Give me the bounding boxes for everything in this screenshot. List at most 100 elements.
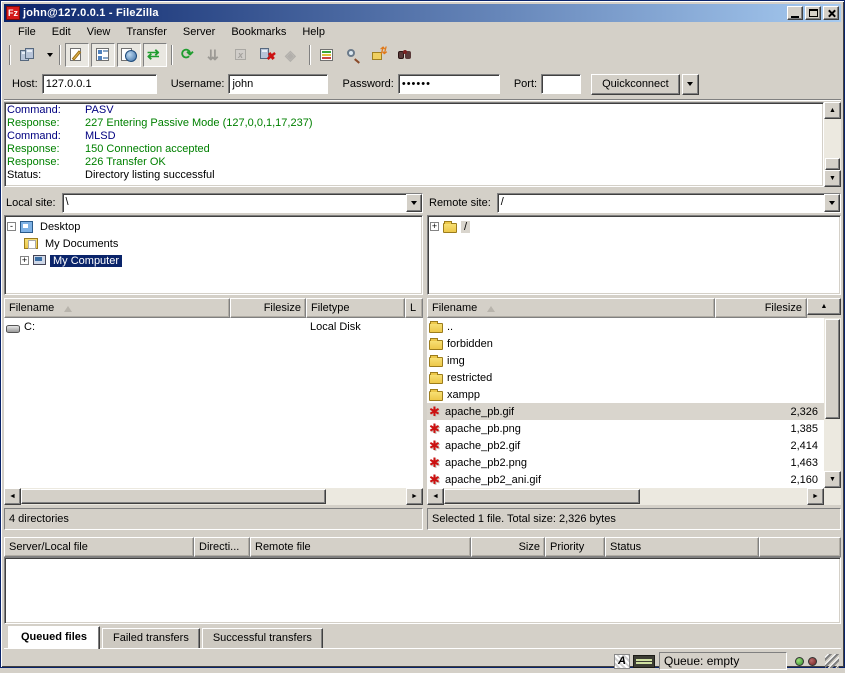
find-files-button[interactable] bbox=[393, 43, 417, 67]
column-filetype[interactable]: Filetype bbox=[306, 298, 405, 318]
scroll-down-icon[interactable]: ▼ bbox=[824, 170, 841, 187]
toggle-local-tree-button[interactable] bbox=[91, 43, 115, 67]
site-manager-dropdown-button[interactable] bbox=[41, 43, 55, 67]
remote-hscrollbar[interactable]: ◄ ► bbox=[427, 488, 824, 505]
speed-limit-icon[interactable] bbox=[633, 655, 655, 668]
username-input[interactable] bbox=[228, 74, 328, 94]
tab-successful-transfers[interactable]: Successful transfers bbox=[202, 628, 323, 648]
file-row[interactable]: ✱apache_pb2.png1,463 bbox=[427, 454, 824, 471]
file-row[interactable]: C: Local Disk bbox=[4, 318, 423, 335]
cancel-operation-button[interactable]: x bbox=[229, 43, 253, 67]
menu-edit[interactable]: Edit bbox=[44, 24, 79, 40]
menu-bookmarks[interactable]: Bookmarks bbox=[223, 24, 294, 40]
quickconnect-button[interactable]: Quickconnect bbox=[591, 74, 680, 95]
scrollbar-thumb[interactable] bbox=[21, 489, 326, 504]
scroll-up-icon[interactable]: ▲ bbox=[807, 298, 841, 315]
column-status[interactable]: Status bbox=[605, 537, 759, 557]
scroll-left-icon[interactable]: ◄ bbox=[427, 488, 444, 505]
expand-icon[interactable]: + bbox=[20, 256, 29, 265]
scrollbar-thumb[interactable] bbox=[825, 319, 840, 419]
quickconnect-dropdown-button[interactable] bbox=[682, 74, 699, 95]
menu-file[interactable]: File bbox=[10, 24, 44, 40]
tree-item-root[interactable]: + / bbox=[430, 218, 838, 235]
refresh-button[interactable]: ⟳ bbox=[177, 43, 201, 67]
file-row[interactable]: ✱apache_pb2_ani.gif2,160 bbox=[427, 471, 824, 488]
queue-list[interactable] bbox=[4, 557, 841, 624]
column-size[interactable]: Size bbox=[471, 537, 545, 557]
remote-site-label: Remote site: bbox=[427, 197, 497, 209]
maximize-button[interactable] bbox=[805, 6, 821, 20]
file-row[interactable]: ✱apache_pb.png1,385 bbox=[427, 420, 824, 437]
tree-item-my-documents[interactable]: My Documents bbox=[7, 235, 420, 252]
toggle-transfer-queue-button[interactable]: ⇄ bbox=[143, 43, 167, 67]
file-row[interactable]: forbidden bbox=[427, 335, 824, 352]
column-remote-file[interactable]: Remote file bbox=[250, 537, 471, 557]
column-direction[interactable]: Directi... bbox=[194, 537, 250, 557]
password-label: Password: bbox=[342, 78, 393, 90]
file-row[interactable]: ✱apache_pb2.gif2,414 bbox=[427, 437, 824, 454]
file-row[interactable]: xampp bbox=[427, 386, 824, 403]
column-filesize[interactable]: Filesize bbox=[230, 298, 306, 318]
process-queue-button[interactable]: ⇊ bbox=[203, 43, 227, 67]
chevron-down-icon[interactable] bbox=[406, 194, 422, 212]
file-row-selected[interactable]: ✱apache_pb.gif2,326 bbox=[427, 403, 824, 420]
scrollbar-thumb[interactable] bbox=[444, 489, 640, 504]
file-row[interactable]: .. bbox=[427, 318, 824, 335]
scrollbar-thumb[interactable] bbox=[825, 158, 840, 170]
local-hscrollbar[interactable]: ◄ ► bbox=[4, 488, 423, 505]
remote-file-list[interactable]: .. forbidden img restricted xampp ✱apach… bbox=[427, 318, 824, 488]
remote-site-combo[interactable]: / bbox=[497, 193, 841, 213]
column-filename[interactable]: Filename bbox=[4, 298, 230, 318]
tree-item-my-computer[interactable]: + My Computer bbox=[7, 252, 420, 269]
minimize-button[interactable] bbox=[787, 6, 803, 20]
directory-comparison-button[interactable] bbox=[315, 43, 339, 67]
reconnect-icon: ◈ bbox=[285, 47, 301, 63]
search-files-button[interactable] bbox=[341, 43, 365, 67]
menu-help[interactable]: Help bbox=[294, 24, 333, 40]
toggle-remote-tree-button[interactable] bbox=[117, 43, 141, 67]
local-site-combo[interactable]: \ bbox=[62, 193, 423, 213]
local-tree[interactable]: - Desktop My Documents + My Computer bbox=[4, 215, 423, 295]
toggle-message-log-button[interactable] bbox=[65, 43, 89, 67]
remote-tree[interactable]: + / bbox=[427, 215, 841, 295]
scroll-up-icon[interactable]: ▲ bbox=[824, 102, 841, 119]
scroll-right-icon[interactable]: ► bbox=[807, 488, 824, 505]
synchronized-browsing-button[interactable]: ⇅ bbox=[367, 43, 391, 67]
port-input[interactable] bbox=[541, 74, 581, 94]
collapse-icon[interactable]: - bbox=[7, 222, 16, 231]
scroll-left-icon[interactable]: ◄ bbox=[4, 488, 21, 505]
expand-icon[interactable]: + bbox=[430, 222, 439, 231]
tab-failed-transfers[interactable]: Failed transfers bbox=[102, 628, 200, 648]
column-last-modified[interactable]: L bbox=[405, 298, 423, 318]
disconnect-button[interactable]: ✖ bbox=[255, 43, 279, 67]
reconnect-button[interactable]: ◈ bbox=[281, 43, 305, 67]
menu-transfer[interactable]: Transfer bbox=[118, 24, 175, 40]
menu-server[interactable]: Server bbox=[175, 24, 223, 40]
column-filesize[interactable]: Filesize bbox=[715, 298, 807, 318]
scroll-right-icon[interactable]: ► bbox=[406, 488, 423, 505]
file-row[interactable]: restricted bbox=[427, 369, 824, 386]
ascii-transfer-type-icon[interactable]: A bbox=[614, 654, 630, 669]
scroll-down-icon[interactable]: ▼ bbox=[824, 471, 841, 488]
password-input[interactable] bbox=[398, 74, 500, 94]
resize-grip[interactable] bbox=[825, 654, 839, 668]
file-row[interactable]: img bbox=[427, 352, 824, 369]
log-scrollbar[interactable]: ▲ ▼ bbox=[824, 102, 841, 187]
tree-item-desktop[interactable]: - Desktop bbox=[7, 218, 420, 235]
site-manager-button[interactable] bbox=[15, 43, 39, 67]
column-server-local-file[interactable]: Server/Local file bbox=[4, 537, 194, 557]
menu-view[interactable]: View bbox=[79, 24, 119, 40]
tab-queued-files[interactable]: Queued files bbox=[8, 626, 100, 649]
binoculars-icon bbox=[397, 47, 413, 63]
host-input[interactable] bbox=[42, 74, 157, 94]
transfer-queue-icon: ⇄ bbox=[147, 47, 163, 63]
column-filename[interactable]: Filename bbox=[427, 298, 715, 318]
column-priority[interactable]: Priority bbox=[545, 537, 605, 557]
remote-vscrollbar[interactable]: ▼ bbox=[824, 318, 841, 505]
local-file-list[interactable]: C: Local Disk bbox=[4, 318, 423, 488]
chevron-down-icon[interactable] bbox=[824, 194, 840, 212]
title-bar[interactable]: Fz john@127.0.0.1 - FileZilla bbox=[4, 4, 841, 22]
message-log[interactable]: Command:PASV Response:227 Entering Passi… bbox=[4, 102, 824, 187]
close-button[interactable] bbox=[823, 6, 839, 20]
cancel-icon: x bbox=[233, 47, 249, 63]
